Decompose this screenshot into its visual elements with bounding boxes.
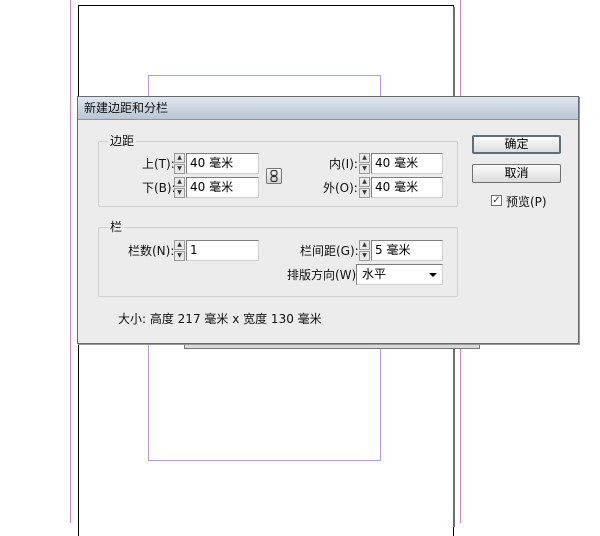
link-margins-button[interactable] [266,168,282,184]
inside-margin-label: 内(I): [329,157,358,171]
cancel-button[interactable]: 取消 [472,164,561,183]
preview-label[interactable]: 预览(P) [506,193,547,210]
column-number-stepper[interactable]: ▲ ▼ [174,240,185,261]
new-margins-columns-dialog: 新建边距和分栏 边距 上(T): ▲ ▼ 40 毫米 下(B): ▲ ▼ 40 … [77,96,579,344]
outside-margin-stepper[interactable]: ▲ ▼ [359,177,370,198]
column-number-label: 栏数(N): [128,244,175,258]
top-margin-label: 上(T): [142,157,175,171]
inside-margin-stepper[interactable]: ▲ ▼ [359,153,370,174]
stepper-up-icon[interactable]: ▲ [359,153,370,163]
direction-label: 排版方向(W): [287,268,361,282]
dialog-title[interactable]: 新建边距和分栏 [78,97,578,120]
outside-margin-input[interactable]: 40 毫米 [371,177,443,198]
gutter-stepper[interactable]: ▲ ▼ [359,240,370,261]
stepper-down-icon[interactable]: ▼ [174,188,185,198]
columns-group [98,227,458,297]
stepper-down-icon[interactable]: ▼ [174,164,185,174]
stepper-up-icon[interactable]: ▲ [174,240,185,250]
gutter-label: 栏间距(G): [300,244,359,258]
ok-button[interactable]: 确定 [472,135,561,154]
outside-margin-label: 外(O): [323,181,358,195]
stepper-up-icon[interactable]: ▲ [359,177,370,187]
stepper-down-icon[interactable]: ▼ [174,251,185,261]
preview-checkbox[interactable]: ✓ [491,195,502,206]
direction-select[interactable]: 水平 [356,264,443,285]
bottom-margin-label: 下(B): [142,181,176,195]
stepper-down-icon[interactable]: ▼ [359,188,370,198]
inside-margin-input[interactable]: 40 毫米 [371,153,443,174]
top-margin-stepper[interactable]: ▲ ▼ [174,153,185,174]
top-margin-input[interactable]: 40 毫米 [186,153,259,174]
chain-link-icon [270,170,278,182]
size-readout: 大小: 高度 217 毫米 x 宽度 130 毫米 [118,312,322,326]
gutter-input[interactable]: 5 毫米 [371,240,443,261]
stepper-down-icon[interactable]: ▼ [359,164,370,174]
stepper-up-icon[interactable]: ▲ [174,153,185,163]
direction-value: 水平 [362,267,387,281]
stepper-down-icon[interactable]: ▼ [359,251,370,261]
stepper-up-icon[interactable]: ▲ [174,177,185,187]
margins-group-title: 边距 [108,132,137,149]
bleed-guide-left [70,0,71,523]
bottom-margin-stepper[interactable]: ▲ ▼ [174,177,185,198]
stepper-up-icon[interactable]: ▲ [359,240,370,250]
column-number-input[interactable]: 1 [186,240,259,261]
columns-group-title: 栏 [108,218,125,235]
chevron-down-icon [429,273,437,277]
bottom-margin-input[interactable]: 40 毫米 [186,177,259,198]
